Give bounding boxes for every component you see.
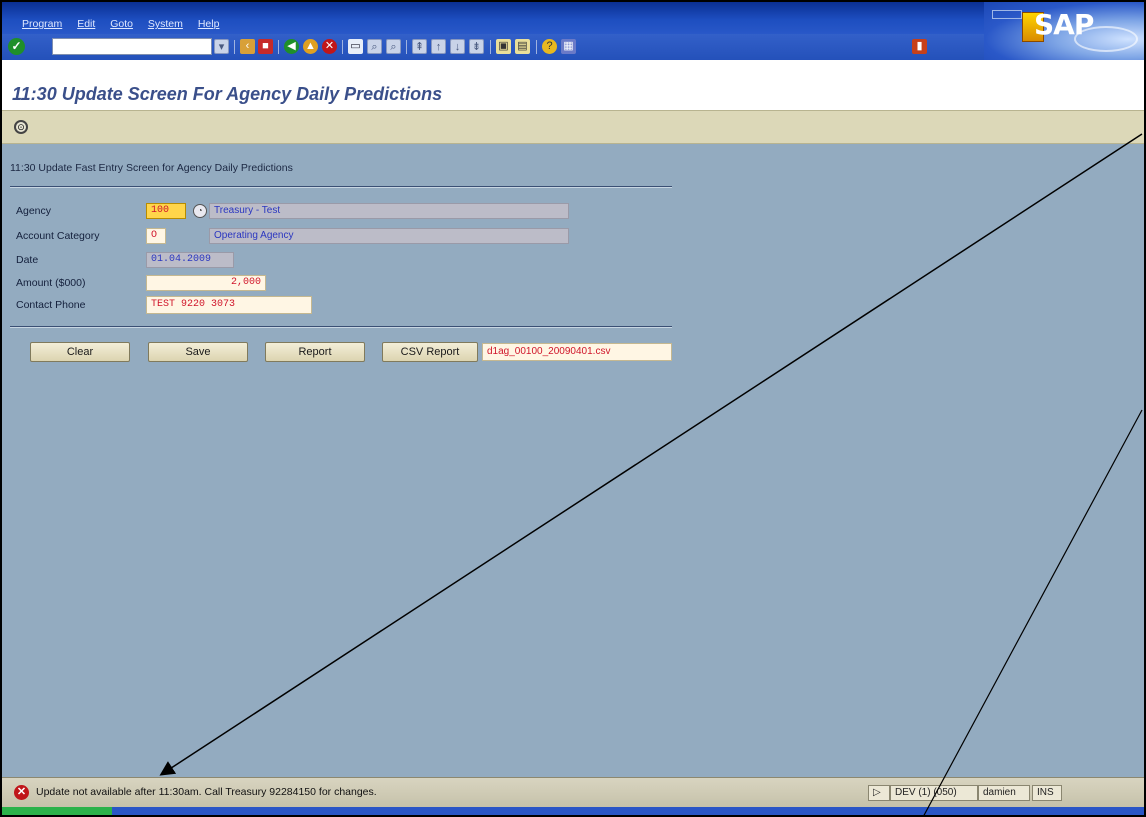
agency-description: Treasury - Test [209, 203, 569, 219]
window-controls-icon[interactable] [992, 10, 1022, 19]
csv-filename-field[interactable]: d1ag_00100_20090401.csv [482, 343, 672, 361]
account-category-input[interactable]: O [146, 228, 166, 244]
application-toolbar: ⊙ [2, 110, 1144, 144]
help-icon[interactable]: ? [542, 39, 557, 54]
toolbar-separator [342, 40, 343, 54]
menu-help[interactable]: Help [198, 18, 220, 30]
next-page-icon[interactable]: ↓ [450, 39, 465, 54]
csv-report-button[interactable]: CSV Report [382, 342, 478, 362]
swirl-graphic [1074, 26, 1138, 52]
status-bar: ✕ Update not available after 11:30am. Ca… [2, 777, 1144, 807]
command-history-icon[interactable]: ▾ [214, 39, 229, 54]
save-icon[interactable]: ■ [258, 39, 273, 54]
title-bar: 11:30 Update Screen For Agency Daily Pre… [2, 60, 1144, 110]
date-value: 01.04.2009 [146, 252, 234, 268]
sap-logo: SAP [984, 2, 1144, 64]
status-message[interactable]: ✕ Update not available after 11:30am. Ca… [12, 784, 892, 802]
account-category-label: Account Category [16, 230, 100, 242]
toolbar-separator [278, 40, 279, 54]
previous-page-icon[interactable]: ↑ [431, 39, 446, 54]
execute-clock-icon[interactable]: ⊙ [14, 120, 28, 134]
contact-phone-input[interactable]: TEST 9220 3073 [146, 296, 312, 314]
system-info[interactable]: DEV (1) (050) [890, 785, 978, 801]
sap-window: Program Edit Goto System Help ✓ ▾ ‹ ■ ◀ … [0, 0, 1146, 817]
toolbar-separator [536, 40, 537, 54]
print-icon[interactable]: ▭ [348, 39, 363, 54]
date-label: Date [16, 254, 39, 266]
agency-label: Agency [16, 205, 52, 217]
first-page-icon[interactable]: ⇞ [412, 39, 427, 54]
toolbar-separator [234, 40, 235, 54]
agency-input[interactable]: 100 [146, 203, 186, 219]
new-session-icon[interactable]: ▣ [496, 39, 511, 54]
find-next-icon[interactable]: ⌕ [386, 39, 401, 54]
contact-phone-label: Contact Phone [16, 299, 86, 311]
report-button[interactable]: Report [265, 342, 365, 362]
standard-toolbar: ✓ ▾ ‹ ■ ◀ ▲ ✕ ▭ ⌕ ⌕ ⇞ ↑ ↓ ⇟ ▣ ▤ ? ▦ ▮ [2, 34, 1002, 60]
toolbar-separator [406, 40, 407, 54]
menu-system[interactable]: System [148, 18, 183, 30]
main-screen-area: 11:30 Update Fast Entry Screen for Agenc… [2, 144, 1144, 777]
error-icon: ✕ [14, 785, 29, 800]
amount-input[interactable]: 2,000 [146, 275, 266, 291]
divider [10, 326, 672, 328]
command-field[interactable] [52, 38, 212, 55]
menu-program[interactable]: Program [22, 18, 62, 30]
back-arrow-icon[interactable]: ‹ [240, 39, 255, 54]
save-button[interactable]: Save [148, 342, 248, 362]
status-message-text: Update not available after 11:30am. Call… [36, 786, 377, 798]
last-page-icon[interactable]: ⇟ [469, 39, 484, 54]
match-help-icon[interactable]: ◔ [193, 204, 207, 218]
exit-icon[interactable]: ▲ [303, 39, 318, 54]
taskbar-strip [2, 807, 1144, 815]
menu-edit[interactable]: Edit [77, 18, 95, 30]
enter-icon[interactable]: ✓ [8, 38, 25, 55]
amount-label: Amount ($000) [16, 277, 86, 289]
session-status-icon: ▮ [912, 39, 927, 54]
account-category-description: Operating Agency [209, 228, 569, 244]
clear-button[interactable]: Clear [30, 342, 130, 362]
menu: Program Edit Goto System Help [22, 18, 231, 30]
page-title: 11:30 Update Screen For Agency Daily Pre… [12, 84, 443, 104]
section-heading: 11:30 Update Fast Entry Screen for Agenc… [10, 162, 293, 174]
status-toggle-icon[interactable]: ▷ [868, 785, 890, 801]
layout-menu-icon[interactable]: ▦ [561, 39, 576, 54]
back-icon[interactable]: ◀ [284, 39, 299, 54]
user-info: damien [978, 785, 1030, 801]
menu-goto[interactable]: Goto [110, 18, 133, 30]
shortcut-icon[interactable]: ▤ [515, 39, 530, 54]
menu-bar: Program Edit Goto System Help [2, 2, 1144, 34]
insert-mode[interactable]: INS [1032, 785, 1062, 801]
cancel-icon[interactable]: ✕ [322, 39, 337, 54]
find-icon[interactable]: ⌕ [367, 39, 382, 54]
divider [10, 186, 672, 188]
toolbar-separator [490, 40, 491, 54]
